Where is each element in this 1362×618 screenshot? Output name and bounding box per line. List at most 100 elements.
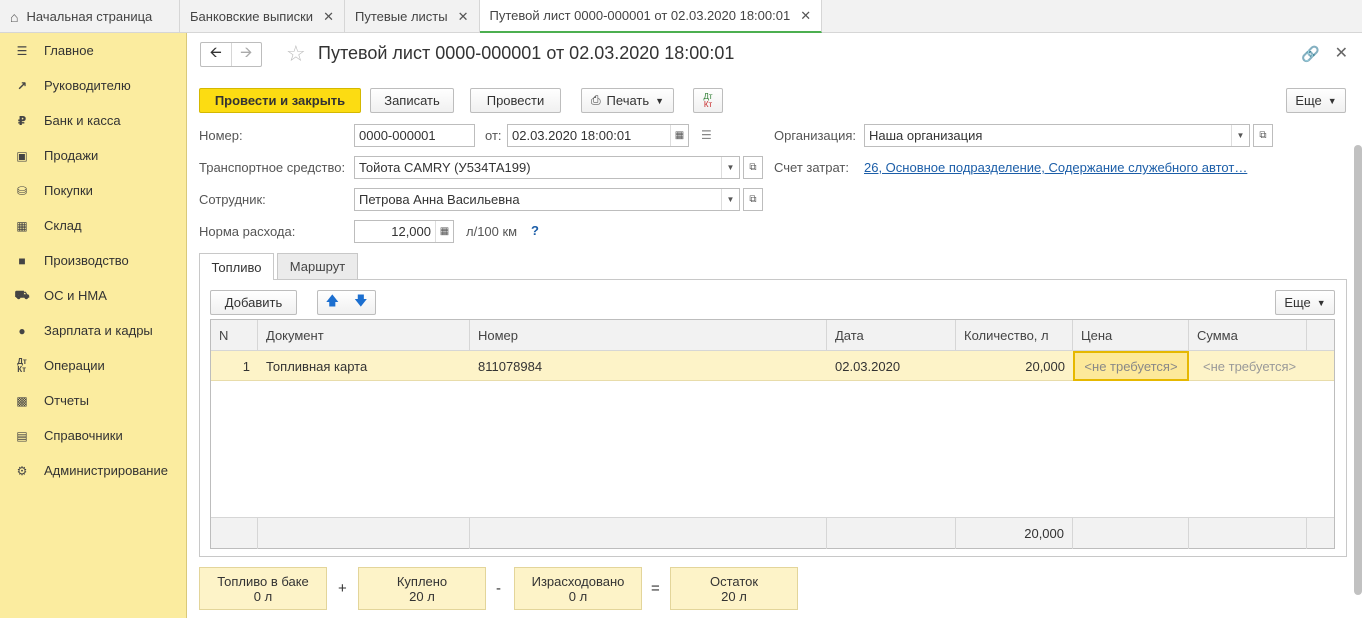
- comment-icon[interactable]: ☰: [701, 128, 712, 142]
- sidebar-item-references[interactable]: ▤ Справочники: [0, 418, 186, 453]
- column-header-number[interactable]: Номер: [470, 320, 827, 351]
- organization-field[interactable]: Наша организация ▼: [864, 124, 1250, 147]
- person-icon: ●: [18, 323, 26, 338]
- sidebar-item-label: Зарплата и кадры: [44, 323, 153, 338]
- sidebar-item-label: Продажи: [44, 148, 99, 163]
- top-tab-bar: ⌂ Начальная страница Банковские выписки …: [0, 0, 1362, 33]
- sidebar-item-operations[interactable]: Дт Кт Операции: [0, 348, 186, 383]
- cell-quantity[interactable]: 20,000: [956, 351, 1073, 381]
- print-button[interactable]: ⎙ Печать ▼: [581, 88, 674, 113]
- tab-waybill-document[interactable]: Путевой лист 0000-000001 от 02.03.2020 1…: [479, 0, 823, 33]
- column-header-n[interactable]: N: [211, 320, 258, 351]
- dt-kt-icon: Дт Кт: [17, 356, 27, 374]
- help-icon[interactable]: ?: [531, 223, 539, 238]
- column-header-quantity[interactable]: Количество, л: [956, 320, 1073, 351]
- sidebar-item-admin[interactable]: ⚙ Администрирование: [0, 453, 186, 488]
- table-more-button[interactable]: Еще ▼: [1275, 290, 1335, 315]
- vehicle-field[interactable]: Тойота CAMRY (У534ТА199) ▼: [354, 156, 740, 179]
- cell-number[interactable]: 811078984: [470, 351, 827, 381]
- cell-n[interactable]: 1: [211, 351, 258, 381]
- sidebar-item-assets[interactable]: ⛟ ОС и НМА: [0, 278, 186, 313]
- move-down-icon[interactable]: 🡇: [354, 292, 367, 314]
- spent-label: Израсходовано: [531, 573, 625, 589]
- ruble-icon: ₽: [17, 113, 27, 128]
- chevron-down-icon: ▼: [1316, 297, 1326, 308]
- tab-bank-statements[interactable]: Банковские выписки ✕: [180, 0, 345, 33]
- sidebar-item-purchases[interactable]: ⛁ Покупки: [0, 173, 186, 208]
- rest-value: 20 л: [721, 588, 747, 604]
- cell-price[interactable]: <не требуется>: [1073, 351, 1189, 381]
- document-form: 🡨 🡪 ☆ Путевой лист 0000-000001 от 02.03.…: [188, 33, 1362, 618]
- post-button[interactable]: Провести: [470, 88, 561, 113]
- chevron-down-icon[interactable]: ▼: [721, 157, 739, 178]
- open-icon: ⧉: [1259, 130, 1267, 141]
- sidebar-item-manager[interactable]: ↗ Руководителю: [0, 68, 186, 103]
- sidebar-item-production[interactable]: ■ Производство: [0, 243, 186, 278]
- column-header-price[interactable]: Цена: [1073, 320, 1189, 351]
- footer-cell: [470, 518, 827, 549]
- cell-document[interactable]: Топливная карта: [258, 351, 470, 381]
- vertical-scrollbar[interactable]: [1354, 145, 1362, 595]
- cost-account-link[interactable]: 26, Основное подразделение, Содержание с…: [864, 160, 1247, 175]
- close-icon[interactable]: ✕: [800, 8, 811, 24]
- calculator-icon[interactable]: ▦: [435, 221, 453, 242]
- employee-label: Сотрудник:: [199, 192, 266, 207]
- open-employee-button[interactable]: ⧉: [743, 188, 763, 211]
- date-field[interactable]: 02.03.2020 18:00:01 ▦: [507, 124, 689, 147]
- open-icon: ⧉: [749, 162, 757, 173]
- spent-box: Израсходовано 0 л: [514, 567, 642, 610]
- spent-value: 0 л: [568, 588, 588, 604]
- trend-icon: ↗: [16, 78, 28, 93]
- star-icon[interactable]: ☆: [286, 41, 306, 67]
- sidebar-item-warehouse[interactable]: ▦ Склад: [0, 208, 186, 243]
- open-vehicle-button[interactable]: ⧉: [743, 156, 763, 179]
- cell-date[interactable]: 02.03.2020: [827, 351, 956, 381]
- footer-cell: [1073, 518, 1189, 549]
- sidebar-item-salary[interactable]: ● Зарплата и кадры: [0, 313, 186, 348]
- fuel-table: N Документ Номер Дата Количество, л Цена…: [210, 319, 1335, 549]
- sidebar-item-bank[interactable]: ₽ Банк и касса: [0, 103, 186, 138]
- bought-label: Куплено: [396, 573, 448, 589]
- column-header-document[interactable]: Документ: [258, 320, 470, 351]
- sidebar-item-sales[interactable]: ▣ Продажи: [0, 138, 186, 173]
- tab-home[interactable]: ⌂ Начальная страница: [0, 0, 180, 33]
- grid-icon: ▦: [16, 218, 28, 233]
- close-icon[interactable]: ✕: [323, 9, 334, 25]
- plus-sign: +: [338, 580, 347, 597]
- employee-field[interactable]: Петрова Анна Васильевна ▼: [354, 188, 740, 211]
- chevron-down-icon[interactable]: ▼: [721, 189, 739, 210]
- consumption-norm-value: 12,000: [391, 224, 431, 239]
- tab-route[interactable]: Маршрут: [277, 253, 358, 279]
- consumption-norm-field[interactable]: 12,000 ▦: [354, 220, 454, 243]
- table-footer: 20,000: [211, 517, 1334, 549]
- forward-arrow-icon[interactable]: 🡪: [230, 43, 262, 66]
- calendar-icon[interactable]: ▦: [670, 125, 688, 146]
- home-icon: ⌂: [10, 8, 19, 25]
- post-and-close-button[interactable]: Провести и закрыть: [199, 88, 361, 113]
- cell-sum[interactable]: <не требуется>: [1195, 351, 1307, 381]
- column-header-date[interactable]: Дата: [827, 320, 956, 351]
- chevron-down-icon[interactable]: ▼: [1231, 125, 1249, 146]
- close-icon[interactable]: ✕: [458, 9, 469, 25]
- column-header-sum[interactable]: Сумма: [1189, 320, 1307, 351]
- move-up-icon[interactable]: 🡅: [326, 292, 339, 314]
- footer-cell: [1189, 518, 1307, 549]
- number-value: 0000-000001: [359, 128, 436, 143]
- tab-waybills[interactable]: Путевые листы ✕: [345, 0, 480, 33]
- tab-fuel[interactable]: Топливо: [199, 253, 274, 280]
- open-organization-button[interactable]: ⧉: [1253, 124, 1273, 147]
- more-button[interactable]: Еще ▼: [1286, 88, 1346, 113]
- number-field[interactable]: 0000-000001: [354, 124, 475, 147]
- sidebar-item-main[interactable]: ☰ Главное: [0, 33, 186, 68]
- sidebar-item-reports[interactable]: ▩ Отчеты: [0, 383, 186, 418]
- close-icon[interactable]: ✕: [1335, 43, 1348, 63]
- back-arrow-icon[interactable]: 🡨: [201, 43, 231, 66]
- table-row[interactable]: 1 Топливная карта 811078984 02.03.2020 2…: [211, 351, 1334, 381]
- employee-value: Петрова Анна Васильевна: [359, 192, 520, 207]
- book-icon: ▤: [16, 428, 28, 443]
- dt-kt-button[interactable]: Дт Кт: [693, 88, 723, 113]
- minus-sign: -: [496, 580, 501, 597]
- link-icon[interactable]: 🔗: [1301, 45, 1320, 63]
- add-button[interactable]: Добавить: [210, 290, 297, 315]
- save-button[interactable]: Записать: [370, 88, 454, 113]
